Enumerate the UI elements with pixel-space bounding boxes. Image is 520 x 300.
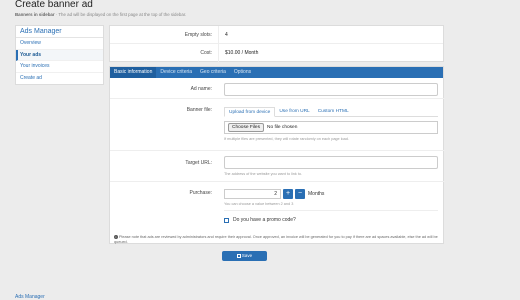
cost-row: Cost: $10.00 / Month: [110, 44, 443, 62]
purchase-row: Purchase: 2 + − Months You can choose a …: [110, 185, 445, 233]
page-title: Create banner ad: [15, 0, 93, 10]
empty-slots-label: Empty slots:: [184, 31, 212, 38]
purchase-help: You can choose a value between 2 and 3: [224, 202, 294, 206]
form-panel: Basic information Device criteria Geo cr…: [109, 66, 445, 245]
subtitle-rest: · The ad will be displayed on the first …: [54, 12, 187, 17]
decrement-button[interactable]: −: [295, 189, 305, 199]
purchase-label: Purchase:: [189, 190, 212, 196]
info-box: Empty slots: 4 Cost: $10.00 / Month: [109, 25, 444, 62]
promo-code-toggle[interactable]: Do you have a promo code?: [224, 217, 438, 223]
target-url-input[interactable]: [224, 156, 438, 169]
save-label: Save: [241, 253, 253, 258]
sidebar: Ads Manager Overview Your ads Your invoi…: [15, 25, 104, 85]
tab-geo-criteria[interactable]: Geo criteria: [196, 67, 230, 78]
banner-file-row: Banner file: Upload from device Use from…: [110, 103, 445, 151]
empty-slots-value: 4: [218, 26, 228, 43]
tab-basic-information[interactable]: Basic information: [110, 67, 157, 78]
cost-value: $10.00 / Month: [218, 44, 258, 62]
promo-checkbox[interactable]: [224, 217, 229, 223]
banner-file-label: Banner file:: [186, 107, 212, 113]
tab-options[interactable]: Options: [230, 67, 255, 78]
subtab-use-from-url[interactable]: Use from URL: [275, 107, 313, 116]
quantity-stepper: 2 + − Months: [224, 189, 438, 199]
empty-slots-row: Empty slots: 4: [110, 26, 443, 44]
ad-name-row: Ad name:: [110, 79, 445, 99]
form-tabbar: Basic information Device criteria Geo cr…: [110, 67, 443, 78]
sidebar-item-your-ads[interactable]: Your ads: [16, 49, 103, 61]
choose-files-button[interactable]: Choose Files: [228, 123, 264, 132]
sidebar-title: Ads Manager: [16, 26, 103, 38]
banner-source-tabs: Upload from device Use from URL Custom H…: [224, 107, 438, 117]
page-subtitle: Banners in sidebar · The ad will be disp…: [15, 12, 186, 17]
subtab-custom-html[interactable]: Custom HTML: [314, 107, 353, 116]
target-url-help: The address of the website you want to l…: [224, 172, 303, 176]
tab-device-criteria[interactable]: Device criteria: [156, 67, 196, 78]
promo-label: Do you have a promo code?: [233, 217, 296, 223]
cost-label: Cost:: [200, 50, 212, 56]
approval-note-text: Please note that ads are reviewed by adm…: [114, 235, 438, 244]
info-icon: i: [114, 235, 118, 239]
footer-link[interactable]: Ads Manager: [15, 294, 45, 300]
ad-name-input[interactable]: [224, 83, 438, 96]
quantity-input[interactable]: 2: [224, 189, 281, 199]
floppy-icon: [236, 253, 241, 258]
target-url-label: Target URL:: [185, 160, 212, 166]
promo-section: Do you have a promo code?: [224, 210, 438, 223]
subtitle-strong: Banners in sidebar: [15, 12, 55, 17]
target-url-row: Target URL: The address of the website y…: [110, 154, 445, 182]
sidebar-item-overview[interactable]: Overview: [16, 38, 103, 50]
sidebar-item-create-ad[interactable]: Create ad: [16, 73, 103, 85]
approval-note: i Please note that ads are reviewed by ad…: [114, 235, 439, 245]
subtab-upload-from-device[interactable]: Upload from device: [224, 107, 276, 117]
months-label: Months: [308, 191, 325, 197]
save-button[interactable]: Save: [222, 251, 267, 261]
file-status: No file chosen: [267, 125, 298, 130]
ad-name-label: Ad name:: [190, 86, 212, 92]
increment-button[interactable]: +: [283, 189, 293, 199]
banner-help: If multiple files are presented, they wi…: [224, 137, 349, 141]
sidebar-item-your-invoices[interactable]: Your invoices: [16, 61, 103, 73]
file-input: Choose Files No file chosen: [224, 121, 438, 134]
